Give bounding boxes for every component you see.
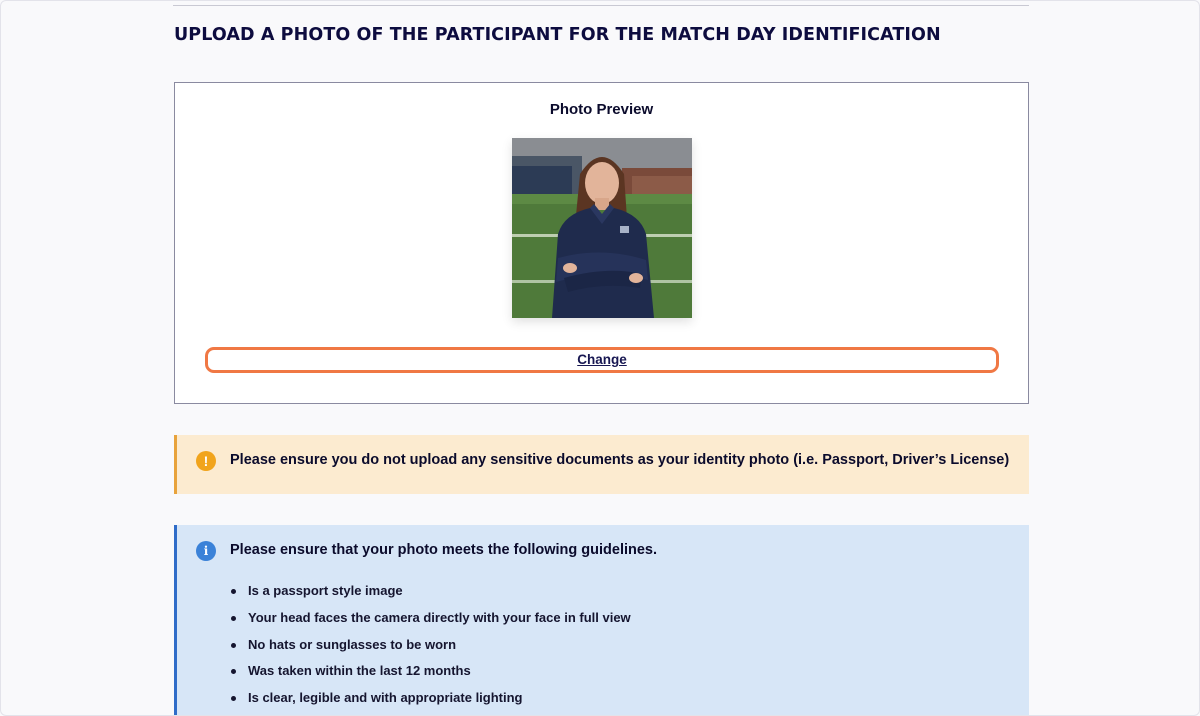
bullet-icon: [231, 696, 236, 702]
participant-photo-image: [512, 138, 692, 318]
guideline-item: Was taken within the last 12 months: [229, 662, 631, 689]
exclamation-icon: !: [196, 451, 216, 471]
guidelines-title: Please ensure that your photo meets the …: [230, 542, 658, 558]
bullet-icon: [231, 589, 236, 594]
guideline-item: Your head faces the camera directly with…: [229, 609, 631, 636]
bullet-icon: [231, 669, 236, 675]
photo-preview-title: Photo Preview: [549, 101, 654, 118]
info-icon: i: [196, 541, 216, 561]
bullet-icon: [231, 642, 236, 648]
divider: [173, 5, 1029, 6]
section-title: UPLOAD A PHOTO OF THE PARTICIPANT FOR TH…: [174, 25, 941, 45]
change-photo-button[interactable]: Change: [205, 347, 999, 373]
bullet-icon: [231, 615, 236, 621]
guideline-item: No hats or sunglasses to be worn: [229, 636, 631, 663]
sensitive-documents-warning: ! Please ensure you do not upload any se…: [174, 435, 1029, 494]
participant-photo: [512, 138, 692, 318]
page: UPLOAD A PHOTO OF THE PARTICIPANT FOR TH…: [0, 0, 1200, 716]
warning-text: Please ensure you do not upload any sens…: [230, 452, 1010, 468]
photo-guidelines-box: i Please ensure that your photo meets th…: [174, 525, 1029, 715]
guideline-item: Is clear, legible and with appropriate l…: [229, 689, 631, 715]
photo-preview-card: Photo Preview Change: [174, 82, 1029, 404]
guidelines-list: Is a passport style image Your head face…: [229, 582, 631, 715]
guideline-item: Is a passport style image: [229, 582, 631, 609]
